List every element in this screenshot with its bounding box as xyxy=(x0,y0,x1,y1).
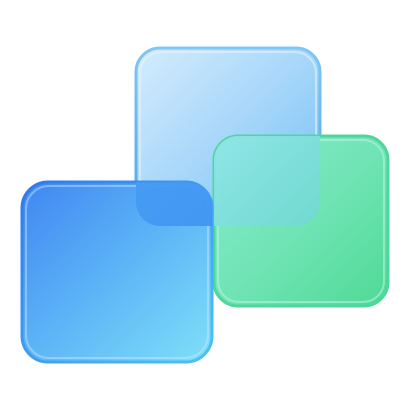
overlapping-rounded-squares-icon xyxy=(20,46,390,364)
overlapping-squares-graphic xyxy=(0,0,400,414)
